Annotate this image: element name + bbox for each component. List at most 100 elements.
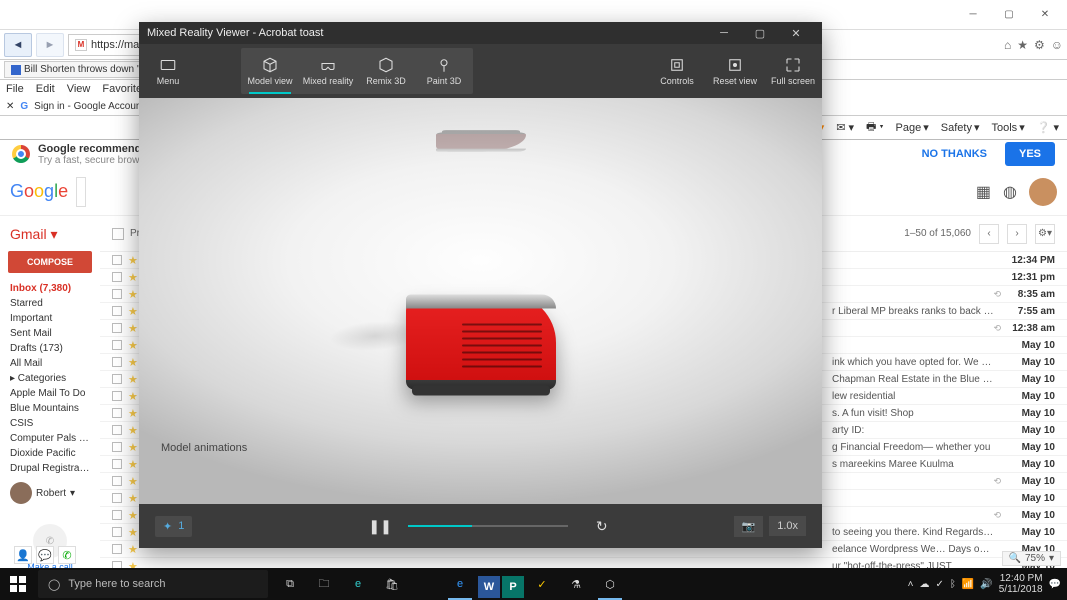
edge-icon[interactable]: e bbox=[342, 568, 374, 600]
mrv-maximize-button[interactable]: ▢ bbox=[742, 22, 778, 44]
apps-grid-icon[interactable]: ▦ bbox=[976, 182, 991, 202]
fullscreen-button[interactable]: Full screen bbox=[764, 44, 822, 98]
maximize-button[interactable]: ▢ bbox=[991, 3, 1027, 27]
settings-gear-icon[interactable]: ⚙▾ bbox=[1035, 224, 1055, 244]
mrv-minimize-button[interactable]: ─ bbox=[706, 22, 742, 44]
close-bar-icon[interactable]: ✕ bbox=[6, 101, 14, 112]
fx-button[interactable]: ✦ 1 bbox=[155, 516, 192, 537]
sidebar-item[interactable]: Drupal Registration (… bbox=[4, 461, 96, 476]
home-icon[interactable]: ⌂ bbox=[1004, 38, 1011, 52]
bluetooth-icon[interactable]: ᛒ bbox=[950, 579, 956, 590]
row-checkbox[interactable] bbox=[112, 391, 122, 401]
signin-label[interactable]: Sign in - Google Accounts bbox=[34, 101, 149, 112]
row-checkbox[interactable] bbox=[112, 357, 122, 367]
mrv-taskbar-icon[interactable]: ⬡ bbox=[594, 568, 626, 600]
row-checkbox[interactable] bbox=[112, 493, 122, 503]
gmail-brand[interactable]: Gmail ▾ bbox=[4, 222, 96, 251]
volume-icon[interactable]: 🔊 bbox=[980, 579, 992, 590]
close-button[interactable]: ✕ bbox=[1027, 3, 1063, 27]
google-logo[interactable]: Google bbox=[10, 181, 68, 202]
store-icon[interactable]: 🛍 bbox=[376, 568, 408, 600]
publisher-icon[interactable]: P bbox=[502, 576, 524, 598]
sidebar-item[interactable]: Inbox (7,380) bbox=[4, 281, 96, 296]
wifi-icon[interactable]: 📶 bbox=[962, 579, 974, 590]
row-checkbox[interactable] bbox=[112, 323, 122, 333]
sidebar-item[interactable]: Computer Pals (18) bbox=[4, 431, 96, 446]
mail-tool-icon[interactable]: ✉ ▾ bbox=[832, 119, 858, 136]
remix-3d-button[interactable]: Remix 3D bbox=[357, 48, 415, 94]
speed-button[interactable]: 1.0x bbox=[769, 516, 806, 536]
unknown-app-icon[interactable]: ⚗ bbox=[560, 568, 592, 600]
start-button[interactable] bbox=[0, 568, 36, 600]
tools-icon[interactable]: ⚙ bbox=[1034, 38, 1045, 52]
sidebar-item[interactable]: Starred bbox=[4, 296, 96, 311]
pause-button[interactable]: ❚❚ bbox=[368, 518, 391, 535]
chrome-taskbar-icon[interactable] bbox=[410, 568, 442, 600]
back-button[interactable]: ◄ bbox=[4, 33, 32, 57]
ie-taskbar-icon[interactable]: e bbox=[444, 568, 476, 600]
sidebar-item[interactable]: ▸ Categories bbox=[4, 371, 96, 386]
menu-file[interactable]: File bbox=[6, 83, 24, 95]
prev-page-button[interactable]: ‹ bbox=[979, 224, 999, 244]
yes-button[interactable]: YES bbox=[1005, 142, 1055, 166]
row-checkbox[interactable] bbox=[112, 374, 122, 384]
row-checkbox[interactable] bbox=[112, 442, 122, 452]
minimize-button[interactable]: ─ bbox=[955, 3, 991, 27]
sidebar-item[interactable]: Important bbox=[4, 311, 96, 326]
row-checkbox[interactable] bbox=[112, 459, 122, 469]
menu-edit[interactable]: Edit bbox=[36, 83, 55, 95]
paint-3d-button[interactable]: Paint 3D bbox=[415, 48, 473, 94]
hangouts-phone-icon[interactable]: ✆ bbox=[58, 546, 76, 564]
sidebar-item[interactable]: Apple Mail To Do bbox=[4, 386, 96, 401]
controls-button[interactable]: Controls bbox=[648, 44, 706, 98]
mrv-titlebar[interactable]: Mixed Reality Viewer - Acrobat toast ─ ▢… bbox=[139, 22, 822, 44]
progress-bar[interactable] bbox=[408, 525, 568, 527]
no-thanks-button[interactable]: NO THANKS bbox=[912, 142, 997, 166]
next-page-button[interactable]: › bbox=[1007, 224, 1027, 244]
hangouts-chat-icon[interactable]: 💬 bbox=[36, 546, 54, 564]
smile-icon[interactable]: ☺ bbox=[1051, 38, 1063, 52]
hangouts-user[interactable]: Robert ▾ bbox=[4, 476, 96, 510]
norton-icon[interactable]: ✓ bbox=[526, 568, 558, 600]
row-checkbox[interactable] bbox=[112, 544, 122, 554]
model-view-button[interactable]: Model view bbox=[241, 48, 299, 94]
action-center-icon[interactable]: 💬 bbox=[1049, 579, 1061, 590]
row-checkbox[interactable] bbox=[112, 272, 122, 282]
row-checkbox[interactable] bbox=[112, 340, 122, 350]
norton-tray-icon[interactable]: ✓ bbox=[936, 579, 944, 590]
toaster-model[interactable] bbox=[406, 294, 556, 389]
sidebar-item[interactable]: Dioxide Pacific bbox=[4, 446, 96, 461]
avatar[interactable] bbox=[1029, 178, 1057, 206]
file-explorer-icon[interactable]: 🗀 bbox=[308, 568, 340, 600]
page-tool[interactable]: Page ▾ bbox=[892, 119, 933, 136]
sidebar-item[interactable]: Drafts (173) bbox=[4, 341, 96, 356]
favorites-icon[interactable]: ★ bbox=[1017, 38, 1028, 52]
row-checkbox[interactable] bbox=[112, 289, 122, 299]
sidebar-item[interactable]: Sent Mail bbox=[4, 326, 96, 341]
zoom-indicator[interactable]: 🔍 75% ▾ bbox=[1002, 551, 1062, 566]
notifications-icon[interactable]: ◍ bbox=[1003, 182, 1017, 202]
word-icon[interactable]: W bbox=[478, 576, 500, 598]
mixed-reality-button[interactable]: Mixed reality bbox=[299, 48, 357, 94]
reset-view-button[interactable]: Reset view bbox=[706, 44, 764, 98]
onedrive-icon[interactable]: ☁ bbox=[920, 579, 930, 590]
task-view-icon[interactable]: ⧉ bbox=[274, 568, 306, 600]
row-checkbox[interactable] bbox=[112, 510, 122, 520]
row-checkbox[interactable] bbox=[112, 408, 122, 418]
hangouts-contacts-icon[interactable]: 👤 bbox=[14, 546, 32, 564]
sidebar-item[interactable]: Blue Mountains bbox=[4, 401, 96, 416]
gmail-search-input[interactable] bbox=[76, 177, 86, 207]
clock[interactable]: 12:40 PM 5/11/2018 bbox=[999, 573, 1043, 595]
row-checkbox[interactable] bbox=[112, 255, 122, 265]
row-checkbox[interactable] bbox=[112, 527, 122, 537]
sidebar-item[interactable]: All Mail bbox=[4, 356, 96, 371]
camera-button[interactable]: 📷 bbox=[734, 516, 764, 537]
row-checkbox[interactable] bbox=[112, 476, 122, 486]
row-checkbox[interactable] bbox=[112, 306, 122, 316]
help-tool-icon[interactable]: ❔ ▾ bbox=[1033, 119, 1063, 136]
sidebar-item[interactable]: CSIS bbox=[4, 416, 96, 431]
mrv-menu-button[interactable]: Menu bbox=[139, 44, 197, 98]
row-checkbox[interactable] bbox=[112, 425, 122, 435]
loop-button[interactable]: ↻ bbox=[596, 518, 608, 535]
forward-button[interactable]: ► bbox=[36, 33, 64, 57]
